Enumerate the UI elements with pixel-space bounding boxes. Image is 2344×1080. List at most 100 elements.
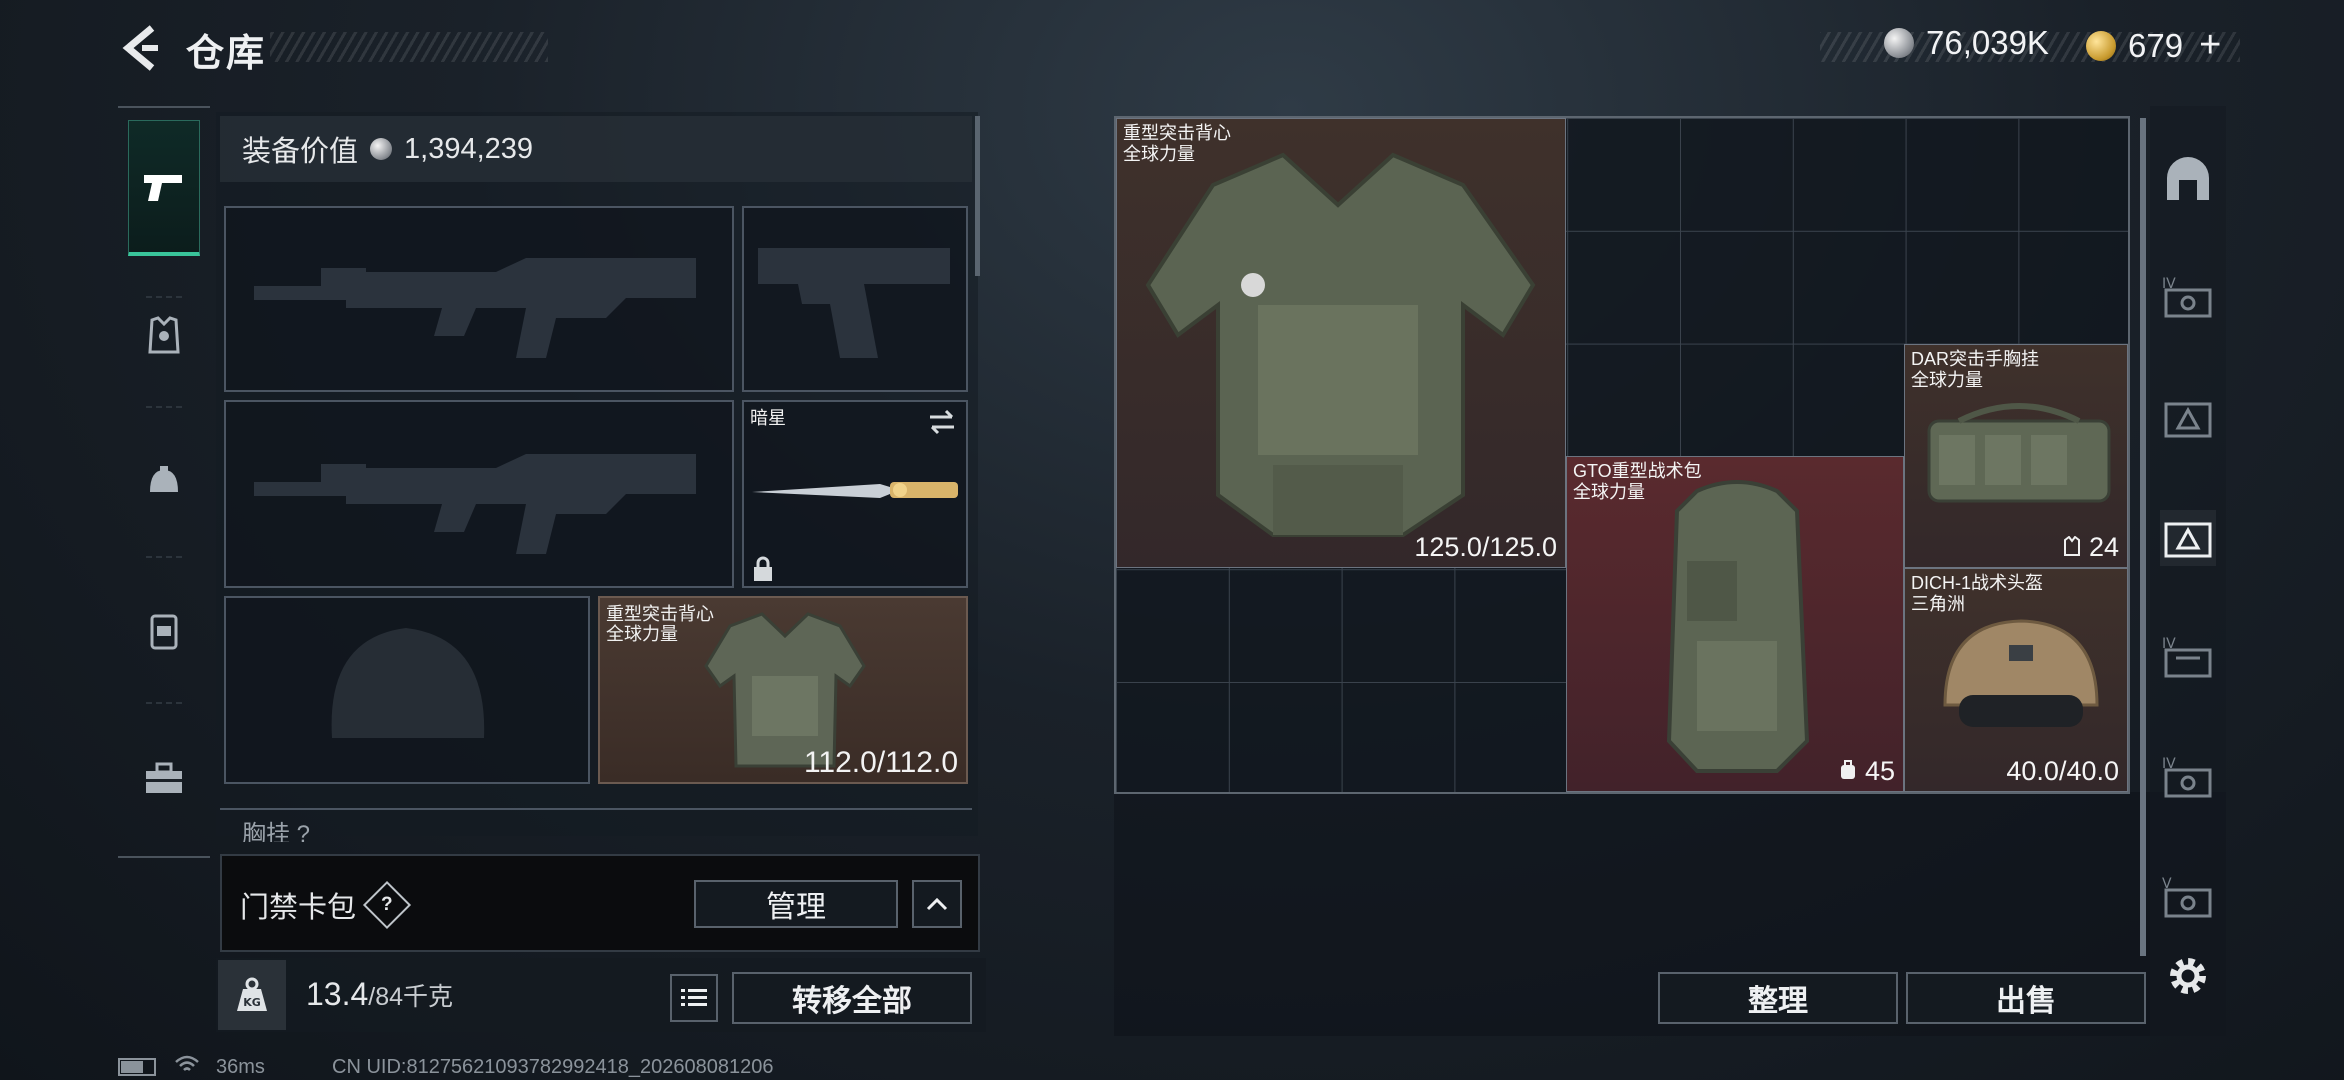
armor-icon — [148, 316, 180, 354]
safe-box-button[interactable] — [2160, 152, 2216, 208]
weight-readout: 13.4/84千克 — [306, 976, 453, 1013]
storage-tier-icon: V — [2162, 876, 2212, 918]
container-slot-1-button[interactable]: IV — [2160, 270, 2216, 326]
vest-durability: 112.0/112.0 — [803, 746, 958, 779]
storage-tier-icon: IV — [2162, 756, 2212, 798]
back-button[interactable] — [118, 22, 162, 74]
item-name: DAR突击手胸挂 — [1911, 349, 2040, 369]
item-capacity: 24 — [2063, 532, 2119, 563]
back-arrow-icon — [122, 25, 158, 71]
chest-rig-icon — [2064, 535, 2081, 556]
settings-button[interactable] — [2160, 948, 2216, 1004]
backpack-image — [1666, 480, 1810, 773]
storage-active-icon — [2164, 522, 2212, 558]
item-brand: 全球力量 — [1911, 370, 1983, 390]
weight-current: 13.4 — [306, 976, 369, 1012]
equipment-value-bar: 装备价值 1,394,239 — [220, 116, 972, 182]
storage-tier-icon: IV — [2162, 276, 2212, 318]
tab-helmet[interactable] — [128, 432, 200, 532]
container-slot-6-button[interactable]: V — [2160, 870, 2216, 926]
container-slot-2-button[interactable] — [2160, 390, 2216, 446]
tab-backpack[interactable] — [128, 580, 200, 680]
title-decoration — [270, 32, 548, 62]
pistol-silhouette-icon — [758, 248, 950, 358]
expand-button[interactable] — [912, 880, 962, 928]
gold-currency[interactable]: 679 + — [2086, 24, 2221, 67]
storage-tier-icon: IV — [2162, 636, 2212, 678]
vest-name: 重型突击背心 全球力量 — [606, 604, 714, 644]
toolbox-icon — [146, 762, 182, 793]
tab-divider — [146, 556, 182, 558]
item-durability: 125.0/125.0 — [1414, 532, 1557, 562]
container-item-helmet[interactable]: DICH-1战术头盔 三角洲 40.0/40.0 — [1904, 568, 2128, 792]
tab-armor[interactable] — [128, 286, 200, 386]
keycard-label: 门禁卡包 — [240, 892, 357, 924]
gold-amount: 679 — [2128, 26, 2184, 64]
container-item-backpack[interactable]: GTO重型战术包 全球力量 45 — [1566, 456, 1904, 792]
weight-max: /84千克 — [368, 983, 454, 1011]
wifi-icon — [175, 1055, 199, 1071]
container-slot-5-button[interactable]: IV — [2160, 750, 2216, 806]
container-item-vest[interactable]: 重型突击背心 全球力量 125.0/125.0 — [1116, 118, 1566, 568]
item-durability: 40.0/40.0 — [2006, 756, 2119, 786]
chest-rig-image — [1927, 403, 2111, 503]
container-slot-3-button[interactable] — [2160, 510, 2216, 566]
manage-button[interactable]: 管理 — [694, 880, 898, 928]
helmet-image — [1943, 619, 2099, 727]
list-icon — [681, 989, 707, 1006]
helmet-slot[interactable] — [224, 596, 590, 784]
item-name: DICH-1战术头盔 — [1911, 573, 2044, 593]
tab-divider — [146, 406, 182, 408]
battery-icon — [118, 1058, 156, 1076]
storage-icon — [2164, 402, 2212, 438]
equipment-value-label: 装备价值 — [242, 136, 359, 168]
vest-slot[interactable]: 重型突击背心 全球力量 112.0/112.0 — [598, 596, 968, 784]
silver-coin-icon — [1884, 28, 1914, 58]
list-view-button[interactable] — [670, 974, 718, 1022]
gear-icon — [2170, 958, 2206, 994]
silver-coin-icon — [370, 138, 393, 160]
helmet-icon — [150, 466, 178, 492]
container-item-chest-rig[interactable]: DAR突击手胸挂 全球力量 24 — [1904, 344, 2128, 568]
help-icon[interactable]: ? — [362, 880, 412, 930]
swap-icon[interactable] — [926, 408, 958, 436]
silver-amount: 76,039K — [1926, 24, 2049, 61]
container-slot-4-button[interactable]: IV — [2160, 630, 2216, 686]
user-uid: CN UID:81275621093782992418_202608081206 — [332, 1056, 774, 1078]
add-currency-button[interactable]: + — [2199, 24, 2221, 67]
page-title: 仓库 — [186, 33, 267, 75]
container-scrollbar[interactable] — [2140, 118, 2146, 956]
secondary-weapon-slot[interactable] — [224, 400, 734, 588]
backpack-icon — [150, 614, 178, 650]
rifle-silhouette-icon — [254, 454, 696, 554]
rifle-silhouette-icon — [254, 258, 696, 358]
sort-button[interactable]: 整理 — [1658, 972, 1898, 1024]
sidearm-slot[interactable] — [742, 206, 968, 392]
chevron-up-icon — [926, 897, 948, 911]
vest-image — [1145, 152, 1536, 537]
silver-currency: 76,039K — [1884, 24, 2049, 62]
sell-button[interactable]: 出售 — [1906, 972, 2146, 1024]
equipment-scrollbar[interactable] — [975, 116, 980, 276]
ping-readout: 36ms — [216, 1056, 265, 1078]
lock-icon — [754, 556, 772, 581]
safe-icon — [2167, 157, 2209, 200]
transfer-all-button[interactable]: 转移全部 — [732, 972, 972, 1024]
melee-name: 暗星 — [750, 408, 786, 428]
tab-divider — [146, 702, 182, 704]
chest-rig-section-header: 胸挂 ? — [220, 808, 972, 842]
helmet-silhouette-icon — [331, 628, 485, 738]
primary-weapon-slot[interactable] — [224, 206, 734, 392]
svg-text:KG: KG — [243, 996, 261, 1009]
backpack-icon — [1841, 760, 1856, 779]
tab-toolbox[interactable] — [128, 728, 200, 828]
pistol-icon — [144, 174, 182, 201]
melee-slot[interactable]: 暗星 — [742, 400, 968, 588]
tab-weapons[interactable] — [128, 120, 200, 256]
item-capacity: 45 — [1839, 756, 1895, 787]
equipment-value-amount: 1,394,239 — [404, 132, 534, 165]
gold-coin-icon — [2086, 30, 2116, 61]
keycard-label-group: 门禁卡包 ? — [240, 880, 412, 930]
kg-weight-icon: KG — [218, 960, 286, 1030]
knife-image — [752, 482, 958, 498]
